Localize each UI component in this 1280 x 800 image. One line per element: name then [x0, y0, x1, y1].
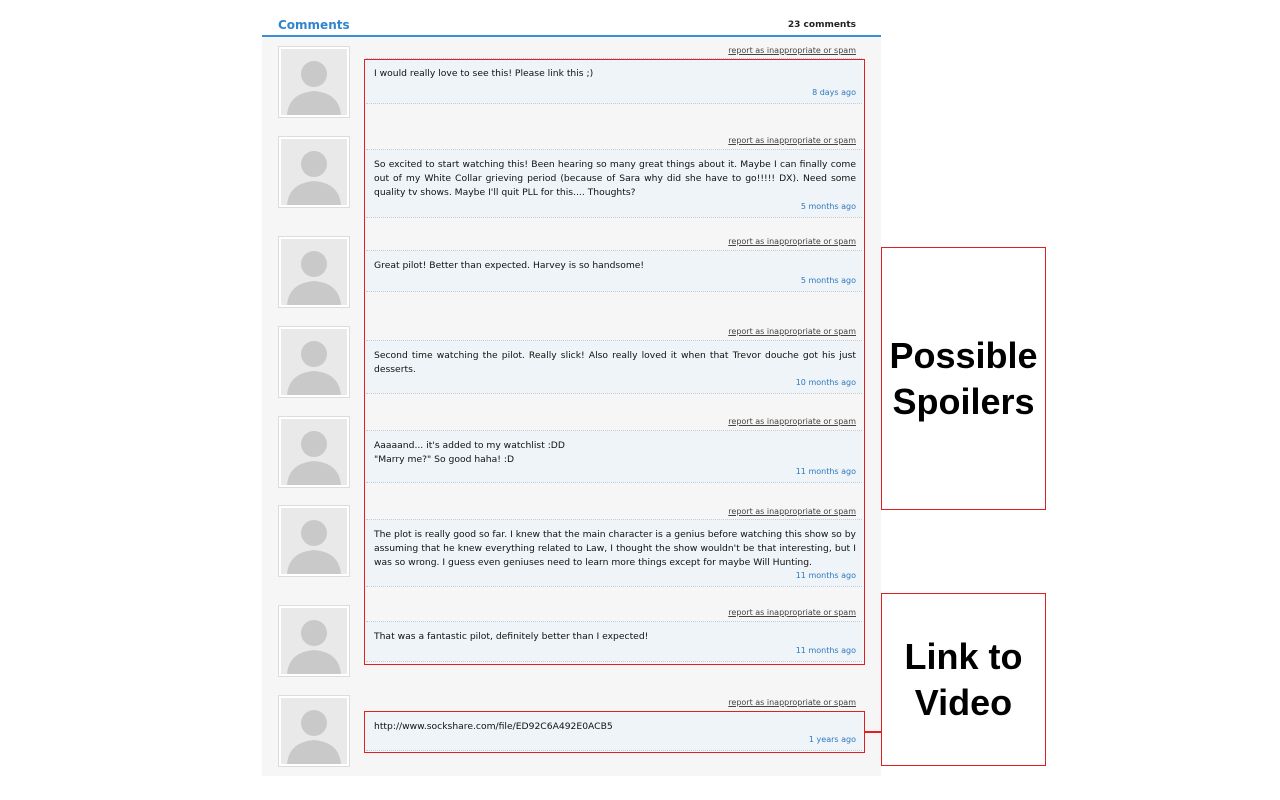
user-silhouette-icon	[287, 341, 341, 395]
comments-header: Comments 23 comments	[262, 13, 881, 37]
avatar[interactable]	[278, 136, 350, 208]
report-spam-link[interactable]: report as inappropriate or spam	[728, 698, 856, 707]
avatar[interactable]	[278, 505, 350, 577]
avatar[interactable]	[278, 236, 350, 308]
user-silhouette-icon	[287, 61, 341, 115]
avatar[interactable]	[278, 605, 350, 677]
avatar[interactable]	[278, 46, 350, 118]
user-silhouette-icon	[287, 251, 341, 305]
comments-title: Comments	[278, 18, 350, 32]
link-label: Link to Video	[904, 635, 1023, 723]
spoilers-highlight-box	[364, 59, 865, 665]
link-connector	[865, 731, 881, 733]
report-spam-link[interactable]: report as inappropriate or spam	[728, 46, 856, 55]
avatar[interactable]	[278, 326, 350, 398]
avatar[interactable]	[278, 695, 350, 767]
comment-count: 23 comments	[787, 20, 856, 30]
user-silhouette-icon	[287, 620, 341, 674]
user-silhouette-icon	[287, 431, 341, 485]
user-silhouette-icon	[287, 710, 341, 764]
user-silhouette-icon	[287, 151, 341, 205]
user-silhouette-icon	[287, 520, 341, 574]
link-highlight-box	[364, 711, 865, 753]
avatar[interactable]	[278, 416, 350, 488]
spoilers-label: Possible Spoilers	[889, 334, 1038, 422]
